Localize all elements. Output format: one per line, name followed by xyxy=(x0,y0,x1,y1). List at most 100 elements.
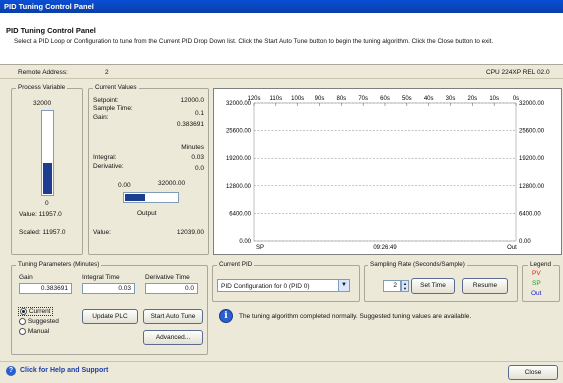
radio-suggested-label: Suggested xyxy=(27,318,59,326)
output-label: Output xyxy=(137,210,157,217)
x-tick-label: 0s xyxy=(513,96,519,102)
trend-chart: 32000.00 32000.00 25600.00 25600.00 19200.00… xyxy=(213,88,562,255)
window-title-bar: PID Tuning Control Panel xyxy=(0,0,563,13)
legend-sp: SP xyxy=(532,280,541,287)
remote-address-label: Remote Address: xyxy=(18,69,68,76)
bottom-label-sp: SP xyxy=(256,245,264,251)
status-message: The tuning algorithm completed normally.… xyxy=(239,313,472,320)
derivative-value: 0.0 xyxy=(194,165,204,172)
radio-suggested[interactable]: Suggested xyxy=(19,318,59,325)
advanced-button[interactable]: Advanced... xyxy=(143,330,203,345)
x-tick-label: 50s xyxy=(402,96,412,102)
output-min: 0.00 xyxy=(118,182,131,189)
output-bar-fill xyxy=(125,194,145,201)
y-tick-left: 19200.00 xyxy=(226,156,252,162)
current-pid-select[interactable]: PID Configuration for 0 (PID 0) ▼ xyxy=(217,279,350,292)
sample-time-label: Sample Time: xyxy=(93,105,133,112)
spin-down-icon[interactable]: ▼ xyxy=(402,286,408,291)
pv-top-value: 32000 xyxy=(33,100,52,107)
resume-button[interactable]: Resume xyxy=(462,278,508,294)
radio-manual-label: Manual xyxy=(27,328,50,336)
window-title: PID Tuning Control Panel xyxy=(4,2,94,11)
cpu-info: CPU 224XP REL 02.0 xyxy=(486,69,550,76)
derivative-label: Derivative: xyxy=(93,163,124,170)
help-link[interactable]: Click for Help and Support xyxy=(20,367,108,374)
set-time-button[interactable]: Set Time xyxy=(411,278,455,294)
radio-manual-dot xyxy=(19,328,26,335)
y-tick-right: 0.00 xyxy=(519,239,531,245)
tuning-derivative-field[interactable]: 0.0 xyxy=(145,283,198,294)
radio-current-label: Current xyxy=(28,308,51,316)
x-tick-label: 120s xyxy=(247,96,260,102)
update-plc-button[interactable]: Update PLC xyxy=(82,309,138,324)
current-pid-selected: PID Configuration for 0 (PID 0) xyxy=(221,283,310,290)
close-button[interactable]: Close xyxy=(508,365,558,380)
y-tick-right: 6400.00 xyxy=(519,211,541,217)
x-tick-label: 80s xyxy=(336,96,346,102)
start-auto-tune-button[interactable]: Start Auto Tune xyxy=(143,309,203,324)
tuning-integral-field[interactable]: 0.03 xyxy=(82,283,135,294)
output-bar xyxy=(123,192,179,203)
tuning-integral-label: Integral Time xyxy=(82,274,120,281)
pv-value: Value: 11957.0 xyxy=(19,211,62,218)
y-tick-right: 12800.00 xyxy=(519,184,545,190)
minutes-label: Minutes xyxy=(181,144,204,151)
output-max: 32000.00 xyxy=(158,180,186,187)
pv-scaled: Scaled: 11957.0 xyxy=(19,229,66,236)
sample-time-value: 0.1 xyxy=(194,110,204,117)
setpoint-value: 12000.0 xyxy=(180,97,205,104)
y-tick-right: 32000.00 xyxy=(519,101,545,107)
integral-label: Integral: xyxy=(93,154,117,161)
chevron-down-icon[interactable]: ▼ xyxy=(338,280,349,291)
header-description: Select a PID Loop or Configuration to tu… xyxy=(14,38,494,45)
plot-area xyxy=(253,102,517,242)
pv-bar-fill xyxy=(43,163,52,194)
y-tick-left: 25600.00 xyxy=(226,129,252,135)
output-value: 12039.00 xyxy=(176,229,204,236)
x-tick-label: 70s xyxy=(358,96,368,102)
header-title: PID Tuning Control Panel xyxy=(6,26,96,35)
pv-bottom-value: 0 xyxy=(45,200,49,207)
x-tick-label: 90s xyxy=(315,96,325,102)
y-tick-left: 12800.00 xyxy=(226,184,252,190)
current-pid-label: Current PID xyxy=(217,261,255,268)
x-tick-label: 40s xyxy=(424,96,434,102)
x-tick-label: 30s xyxy=(446,96,456,102)
remote-address-bar xyxy=(0,65,563,79)
radio-manual[interactable]: Manual xyxy=(19,328,49,335)
tuning-parameters-label: Tuning Parameters (Minutes) xyxy=(16,261,102,268)
bottom-label-time: 09:26:49 xyxy=(373,245,397,251)
current-values-label: Current Values xyxy=(93,84,139,91)
tuning-derivative-label: Derivative Time xyxy=(145,274,190,281)
gain-label: Gain: xyxy=(93,114,109,121)
y-tick-right: 19200.00 xyxy=(519,156,545,162)
legend-out: Out xyxy=(531,290,542,297)
x-tick-label: 60s xyxy=(380,96,390,102)
process-variable-label: Process Variable xyxy=(16,84,68,91)
gain-value: 0.383691 xyxy=(176,121,204,128)
radio-current[interactable]: Current xyxy=(18,307,53,317)
x-tick-label: 110s xyxy=(270,96,283,102)
y-tick-right: 25600.00 xyxy=(519,129,545,135)
sampling-rate-field[interactable]: 2 xyxy=(383,280,401,292)
sampling-rate-label: Sampling Rate (Seconds/Sample) xyxy=(368,261,467,268)
integral-value: 0.03 xyxy=(191,154,204,161)
x-tick-label: 20s xyxy=(467,96,477,102)
remote-address-value: 2 xyxy=(105,69,109,76)
x-tick-label: 100s xyxy=(291,96,304,102)
y-tick-left: 0.00 xyxy=(239,239,251,245)
radio-suggested-dot xyxy=(19,318,26,325)
bottom-label-out: Out xyxy=(507,245,517,251)
setpoint-label: Setpoint: xyxy=(93,97,119,104)
output-value-label: Value: xyxy=(93,229,111,236)
pv-bar xyxy=(41,110,54,196)
help-icon[interactable]: ? xyxy=(6,366,16,376)
info-icon: i xyxy=(219,309,233,323)
legend-label: Legend xyxy=(528,261,554,268)
trend-chart-svg: 32000.00 32000.0025600.00 25600.0019200.00… xyxy=(226,96,545,251)
tuning-gain-field[interactable]: 0.383691 xyxy=(19,283,72,294)
tuning-gain-label: Gain xyxy=(19,274,33,281)
radio-current-dot xyxy=(20,308,27,315)
x-tick-label: 10s xyxy=(489,96,499,102)
sampling-rate-spinner[interactable]: ▲ ▼ xyxy=(401,280,409,292)
